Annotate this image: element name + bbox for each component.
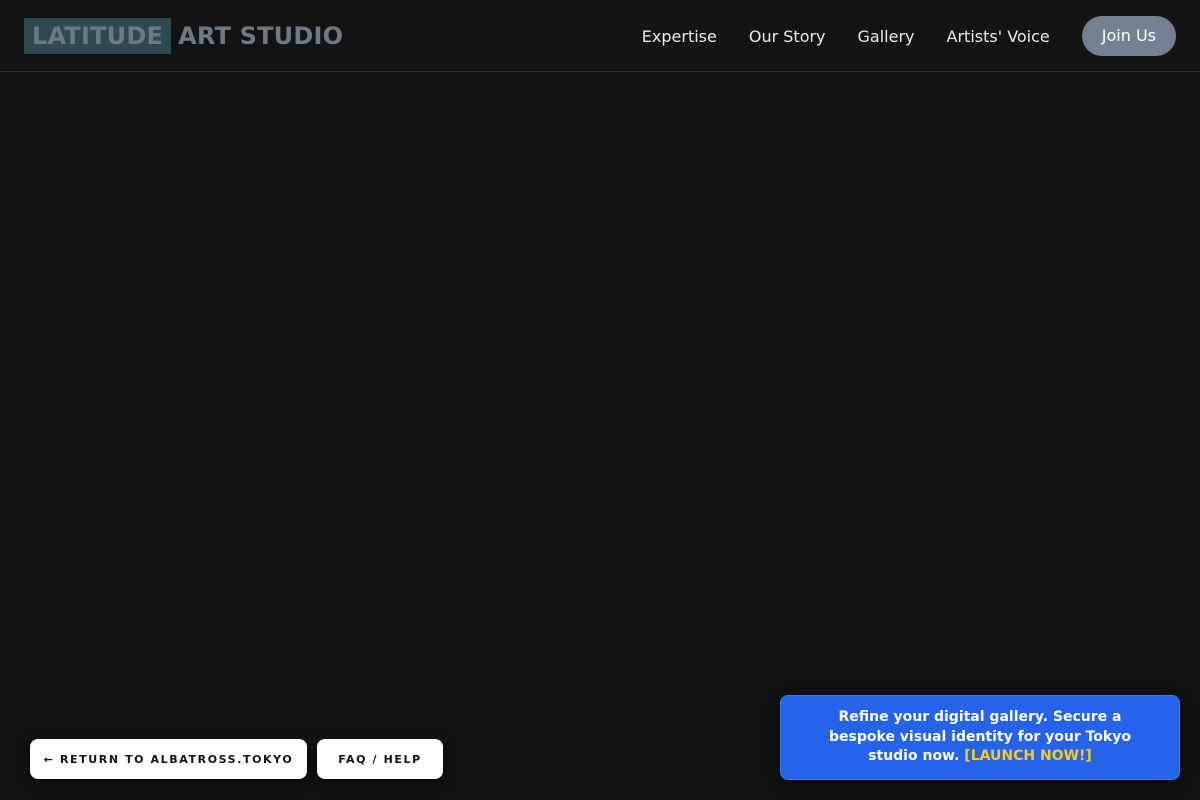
faq-help-button[interactable]: FAQ / HELP [317, 739, 443, 779]
nav-link-artists-voice[interactable]: Artists' Voice [947, 27, 1050, 46]
main-nav: Expertise Our Story Gallery Artists' Voi… [642, 16, 1176, 56]
nav-link-expertise[interactable]: Expertise [642, 27, 717, 46]
site-header: LATITUDE ART STUDIO Expertise Our Story … [0, 0, 1200, 72]
logo-rest-text: ART STUDIO [178, 22, 344, 50]
nav-link-our-story[interactable]: Our Story [749, 27, 826, 46]
join-us-button[interactable]: Join Us [1081, 16, 1176, 56]
promo-message: Refine your digital gallery. Secure a be… [805, 708, 1155, 767]
return-to-albatross-button[interactable]: ← RETURN TO ALBATROSS.TOKYO [30, 739, 307, 779]
nav-link-gallery[interactable]: Gallery [858, 27, 915, 46]
promo-banner: Refine your digital gallery. Secure a be… [780, 695, 1180, 780]
launch-now-link[interactable]: [LAUNCH NOW!] [964, 748, 1092, 764]
site-logo[interactable]: LATITUDE ART STUDIO [24, 18, 343, 54]
logo-highlight-text: LATITUDE [24, 18, 172, 54]
